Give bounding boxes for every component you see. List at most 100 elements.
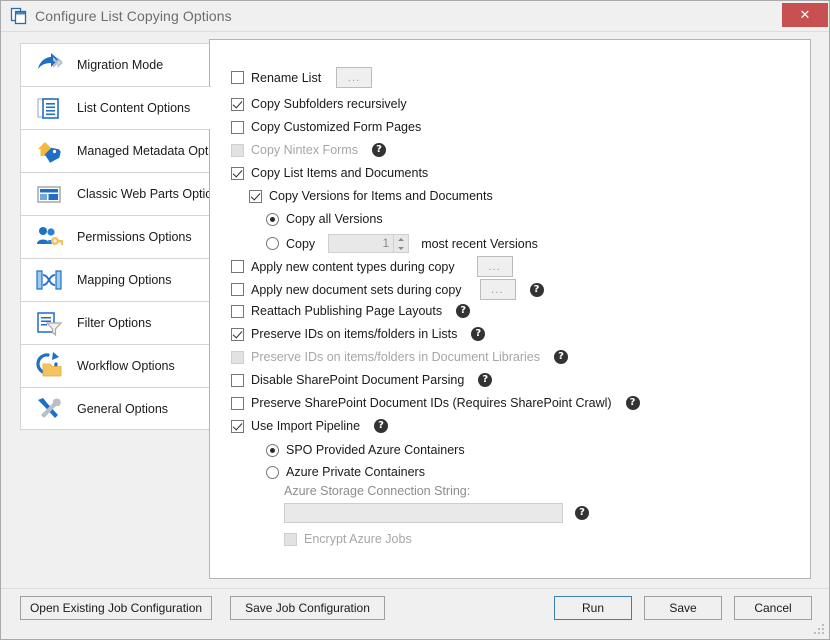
copy-nintex-forms-row: Copy Nintex Forms ? (231, 143, 386, 157)
azure-connection-string-input[interactable] (284, 503, 563, 523)
rename-list-checkbox[interactable] (231, 71, 244, 84)
apply-content-types-ellipsis-button[interactable]: ... (477, 256, 513, 277)
preserve-document-ids-help-icon[interactable]: ? (626, 396, 640, 410)
copy-list-items-checkbox[interactable] (231, 167, 244, 180)
sidebar-item-workflow-options[interactable]: Workflow Options (20, 344, 210, 387)
azure-connection-string-help-icon[interactable]: ? (575, 506, 589, 520)
configure-list-copying-options-window: Configure List Copying Options ✕ Migrati… (0, 0, 830, 640)
copy-customized-form-pages-checkbox[interactable] (231, 121, 244, 134)
dialog-body: Migration Mode List Content Options (1, 32, 829, 639)
sidebar-item-label: General Options (77, 402, 168, 416)
copy-subfolders-row: Copy Subfolders recursively (231, 97, 407, 111)
mapping-icon (34, 265, 64, 295)
versions-count-stepper[interactable] (328, 234, 409, 253)
spo-provided-containers-label: SPO Provided Azure Containers (286, 443, 465, 457)
close-icon: ✕ (800, 9, 811, 22)
sidebar-item-classic-web-parts-options[interactable]: Classic Web Parts Options (20, 172, 210, 215)
spo-provided-containers-radio[interactable] (266, 444, 279, 457)
preserve-document-ids-checkbox[interactable] (231, 397, 244, 410)
web-part-icon (34, 179, 64, 209)
preserve-ids-libraries-help-icon[interactable]: ? (554, 350, 568, 364)
workflow-folder-icon (34, 351, 64, 381)
sidebar-item-list-content-options[interactable]: List Content Options (20, 86, 211, 129)
reattach-page-layouts-checkbox[interactable] (231, 305, 244, 318)
preserve-ids-lists-row: Preserve IDs on items/folders in Lists ? (231, 327, 485, 341)
sidebar-item-migration-mode[interactable]: Migration Mode (20, 43, 210, 86)
disable-document-parsing-label: Disable SharePoint Document Parsing (251, 373, 464, 387)
stepper-up-icon[interactable] (394, 235, 408, 244)
encrypt-azure-jobs-checkbox (284, 533, 297, 546)
list-document-icon (34, 93, 64, 123)
preserve-ids-lists-help-icon[interactable]: ? (471, 327, 485, 341)
rename-list-ellipsis-button[interactable]: ... (336, 67, 372, 88)
disable-document-parsing-help-icon[interactable]: ? (478, 373, 492, 387)
use-import-pipeline-help-icon[interactable]: ? (374, 419, 388, 433)
preserve-document-ids-row: Preserve SharePoint Document IDs (Requir… (231, 396, 640, 410)
azure-private-containers-radio[interactable] (266, 466, 279, 479)
copy-list-items-label: Copy List Items and Documents (251, 166, 428, 180)
azure-private-containers-row: Azure Private Containers (266, 465, 425, 479)
spo-provided-containers-row: SPO Provided Azure Containers (266, 443, 465, 457)
reattach-page-layouts-help-icon[interactable]: ? (456, 304, 470, 318)
copy-customized-form-pages-row: Copy Customized Form Pages (231, 120, 421, 134)
sidebar-item-label: Filter Options (77, 316, 151, 330)
copy-nintex-forms-label: Copy Nintex Forms (251, 143, 358, 157)
disable-document-parsing-checkbox[interactable] (231, 374, 244, 387)
cancel-button[interactable]: Cancel (734, 596, 812, 620)
sidebar-item-managed-metadata-options[interactable]: Managed Metadata Options (20, 129, 210, 172)
run-button[interactable]: Run (554, 596, 632, 620)
sidebar-item-label: Permissions Options (77, 230, 192, 244)
copy-all-versions-radio[interactable] (266, 213, 279, 226)
azure-private-containers-label: Azure Private Containers (286, 465, 425, 479)
close-button[interactable]: ✕ (782, 3, 828, 27)
preserve-ids-lists-label: Preserve IDs on items/folders in Lists (251, 327, 457, 341)
open-existing-job-configuration-button[interactable]: Open Existing Job Configuration (20, 596, 212, 620)
use-import-pipeline-label: Use Import Pipeline (251, 419, 360, 433)
save-job-configuration-button[interactable]: Save Job Configuration (230, 596, 385, 620)
sidebar-item-filter-options[interactable]: Filter Options (20, 301, 210, 344)
use-import-pipeline-row: Use Import Pipeline ? (231, 419, 388, 433)
apply-document-sets-help-icon[interactable]: ? (530, 283, 544, 297)
sidebar-item-label: Mapping Options (77, 273, 172, 287)
options-sidebar: Migration Mode List Content Options (20, 43, 210, 430)
apply-document-sets-label: Apply new document sets during copy (251, 283, 462, 297)
versions-count-arrows[interactable] (393, 235, 408, 252)
preserve-ids-lists-checkbox[interactable] (231, 328, 244, 341)
copy-subfolders-label: Copy Subfolders recursively (251, 97, 407, 111)
sidebar-item-general-options[interactable]: General Options (20, 387, 210, 430)
encrypt-azure-jobs-row: Encrypt Azure Jobs (284, 532, 412, 546)
copy-n-versions-label-after: most recent Versions (421, 237, 538, 251)
copy-versions-label: Copy Versions for Items and Documents (269, 189, 493, 203)
apply-document-sets-ellipsis-button[interactable]: ... (480, 279, 516, 300)
disable-document-parsing-row: Disable SharePoint Document Parsing ? (231, 373, 492, 387)
resize-grip[interactable] (814, 624, 826, 636)
sidebar-item-label: Migration Mode (77, 58, 163, 72)
apply-content-types-checkbox[interactable] (231, 260, 244, 273)
sidebar-item-label: Classic Web Parts Options (77, 187, 225, 201)
copy-nintex-forms-help-icon[interactable]: ? (372, 143, 386, 157)
copy-n-versions-radio[interactable] (266, 237, 279, 250)
migration-arrow-icon (34, 50, 64, 80)
preserve-ids-libraries-checkbox (231, 351, 244, 364)
rename-list-row: Rename List ... (231, 67, 372, 88)
use-import-pipeline-checkbox[interactable] (231, 420, 244, 433)
copy-subfolders-checkbox[interactable] (231, 98, 244, 111)
copy-nintex-forms-checkbox (231, 144, 244, 157)
apply-document-sets-checkbox[interactable] (231, 283, 244, 296)
sidebar-item-label: Workflow Options (77, 359, 175, 373)
apply-content-types-row: Apply new content types during copy ... (231, 256, 513, 277)
versions-count-input[interactable] (329, 235, 393, 252)
copy-versions-checkbox[interactable] (249, 190, 262, 203)
copy-list-items-row: Copy List Items and Documents (231, 166, 428, 180)
sidebar-item-mapping-options[interactable]: Mapping Options (20, 258, 210, 301)
apply-content-types-label: Apply new content types during copy (251, 260, 455, 274)
preserve-document-ids-label: Preserve SharePoint Document IDs (Requir… (251, 396, 612, 410)
tools-icon (34, 394, 64, 424)
sidebar-item-permissions-options[interactable]: Permissions Options (20, 215, 210, 258)
stepper-down-icon[interactable] (394, 244, 408, 253)
encrypt-azure-jobs-label: Encrypt Azure Jobs (304, 532, 412, 546)
save-button[interactable]: Save (644, 596, 722, 620)
reattach-page-layouts-label: Reattach Publishing Page Layouts (251, 304, 442, 318)
list-content-options-panel: Rename List ... Copy Subfolders recursiv… (209, 39, 811, 579)
title-bar: Configure List Copying Options ✕ (1, 1, 829, 31)
